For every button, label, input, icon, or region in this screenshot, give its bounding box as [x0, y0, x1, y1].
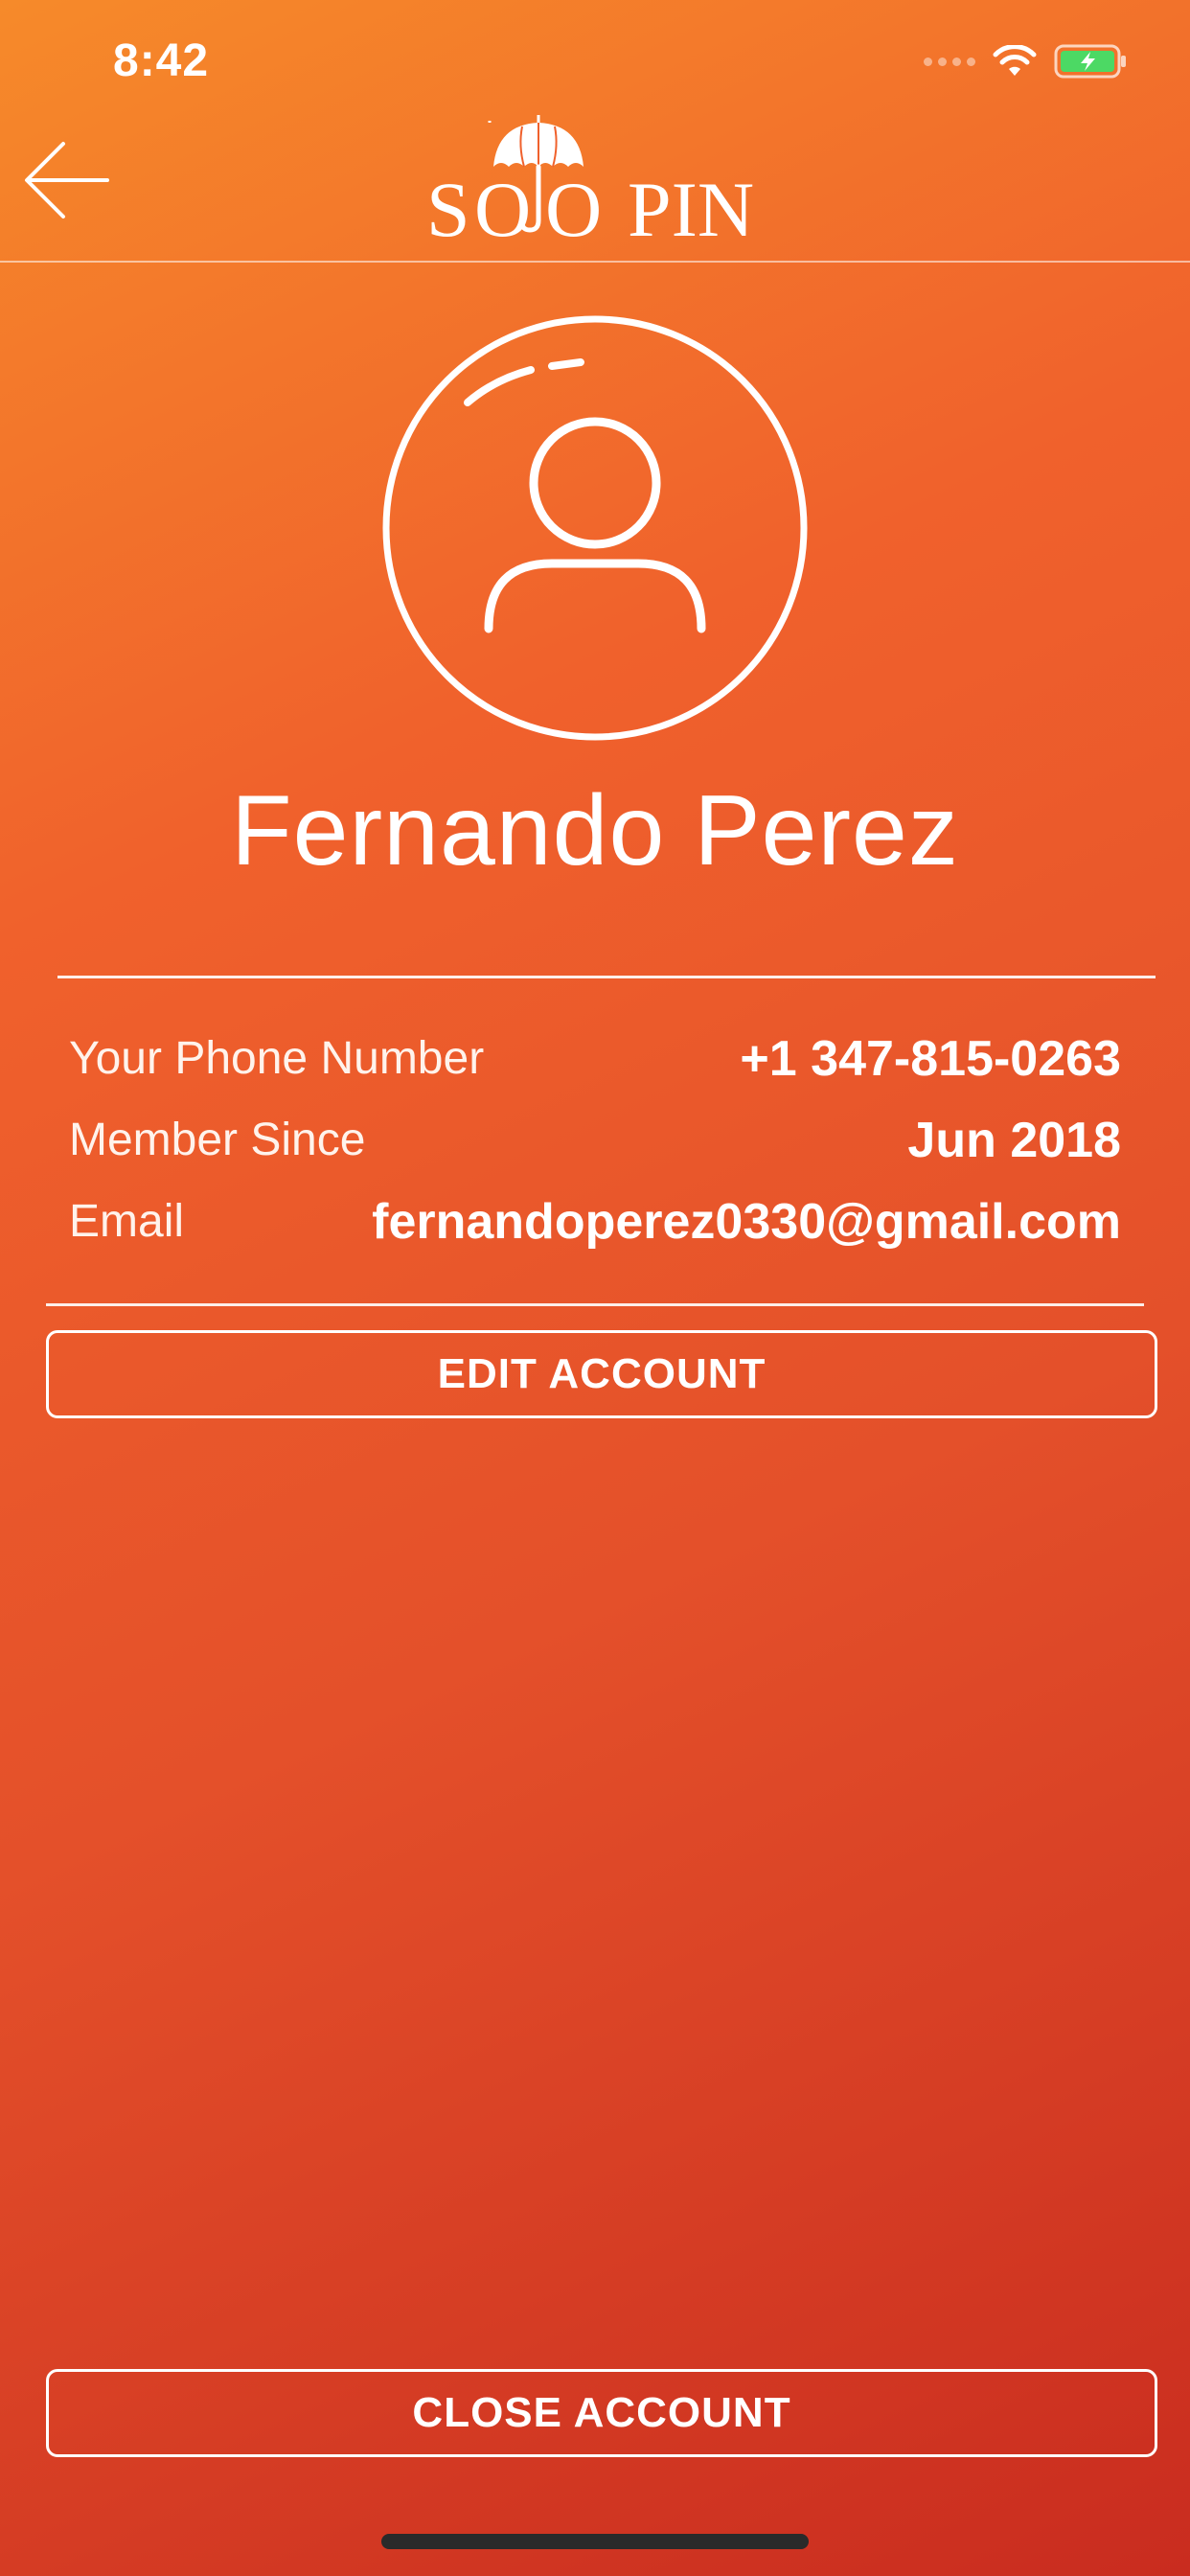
member-since-value: Jun 2018 [907, 1112, 1121, 1168]
back-button[interactable] [19, 132, 115, 228]
phone-label: Your Phone Number [69, 1033, 485, 1084]
user-circle-icon [382, 315, 808, 741]
wifi-icon [993, 45, 1037, 76]
member-since-row: Member Since Jun 2018 [69, 1099, 1121, 1181]
home-indicator[interactable] [381, 2534, 809, 2549]
svg-text:O: O [545, 166, 602, 247]
arrow-left-icon [25, 142, 109, 218]
edit-account-button[interactable]: EDIT ACCOUNT [46, 1330, 1157, 1418]
user-name: Fernando Perez [231, 775, 959, 886]
svg-text:S: S [426, 166, 470, 247]
status-time: 8:42 [113, 35, 210, 86]
solo-pin-logo: S O O PIN [426, 115, 754, 247]
account-info: Your Phone Number +1 347-815-0263 Member… [69, 1018, 1121, 1262]
email-value: fernandoperez0330@gmail.com [372, 1193, 1121, 1250]
email-label: Email [69, 1196, 185, 1247]
status-icons [924, 42, 1129, 80]
svg-text:O: O [474, 166, 531, 247]
phone-value: +1 347-815-0263 [740, 1030, 1121, 1087]
phone-row: Your Phone Number +1 347-815-0263 [69, 1018, 1121, 1099]
info-divider-bottom [46, 1303, 1144, 1306]
cellular-signal-icon [924, 57, 975, 66]
svg-text:PIN: PIN [628, 166, 754, 247]
account-screen: 8:42 S O O PIN Fernando Perez Your Phone… [0, 0, 1190, 2576]
member-since-label: Member Since [69, 1115, 366, 1165]
email-row: Email fernandoperez0330@gmail.com [69, 1181, 1121, 1262]
info-divider-top [57, 976, 1156, 978]
battery-charging-icon [1054, 44, 1126, 79]
close-account-button[interactable]: CLOSE ACCOUNT [46, 2369, 1157, 2457]
header-divider [0, 261, 1190, 263]
